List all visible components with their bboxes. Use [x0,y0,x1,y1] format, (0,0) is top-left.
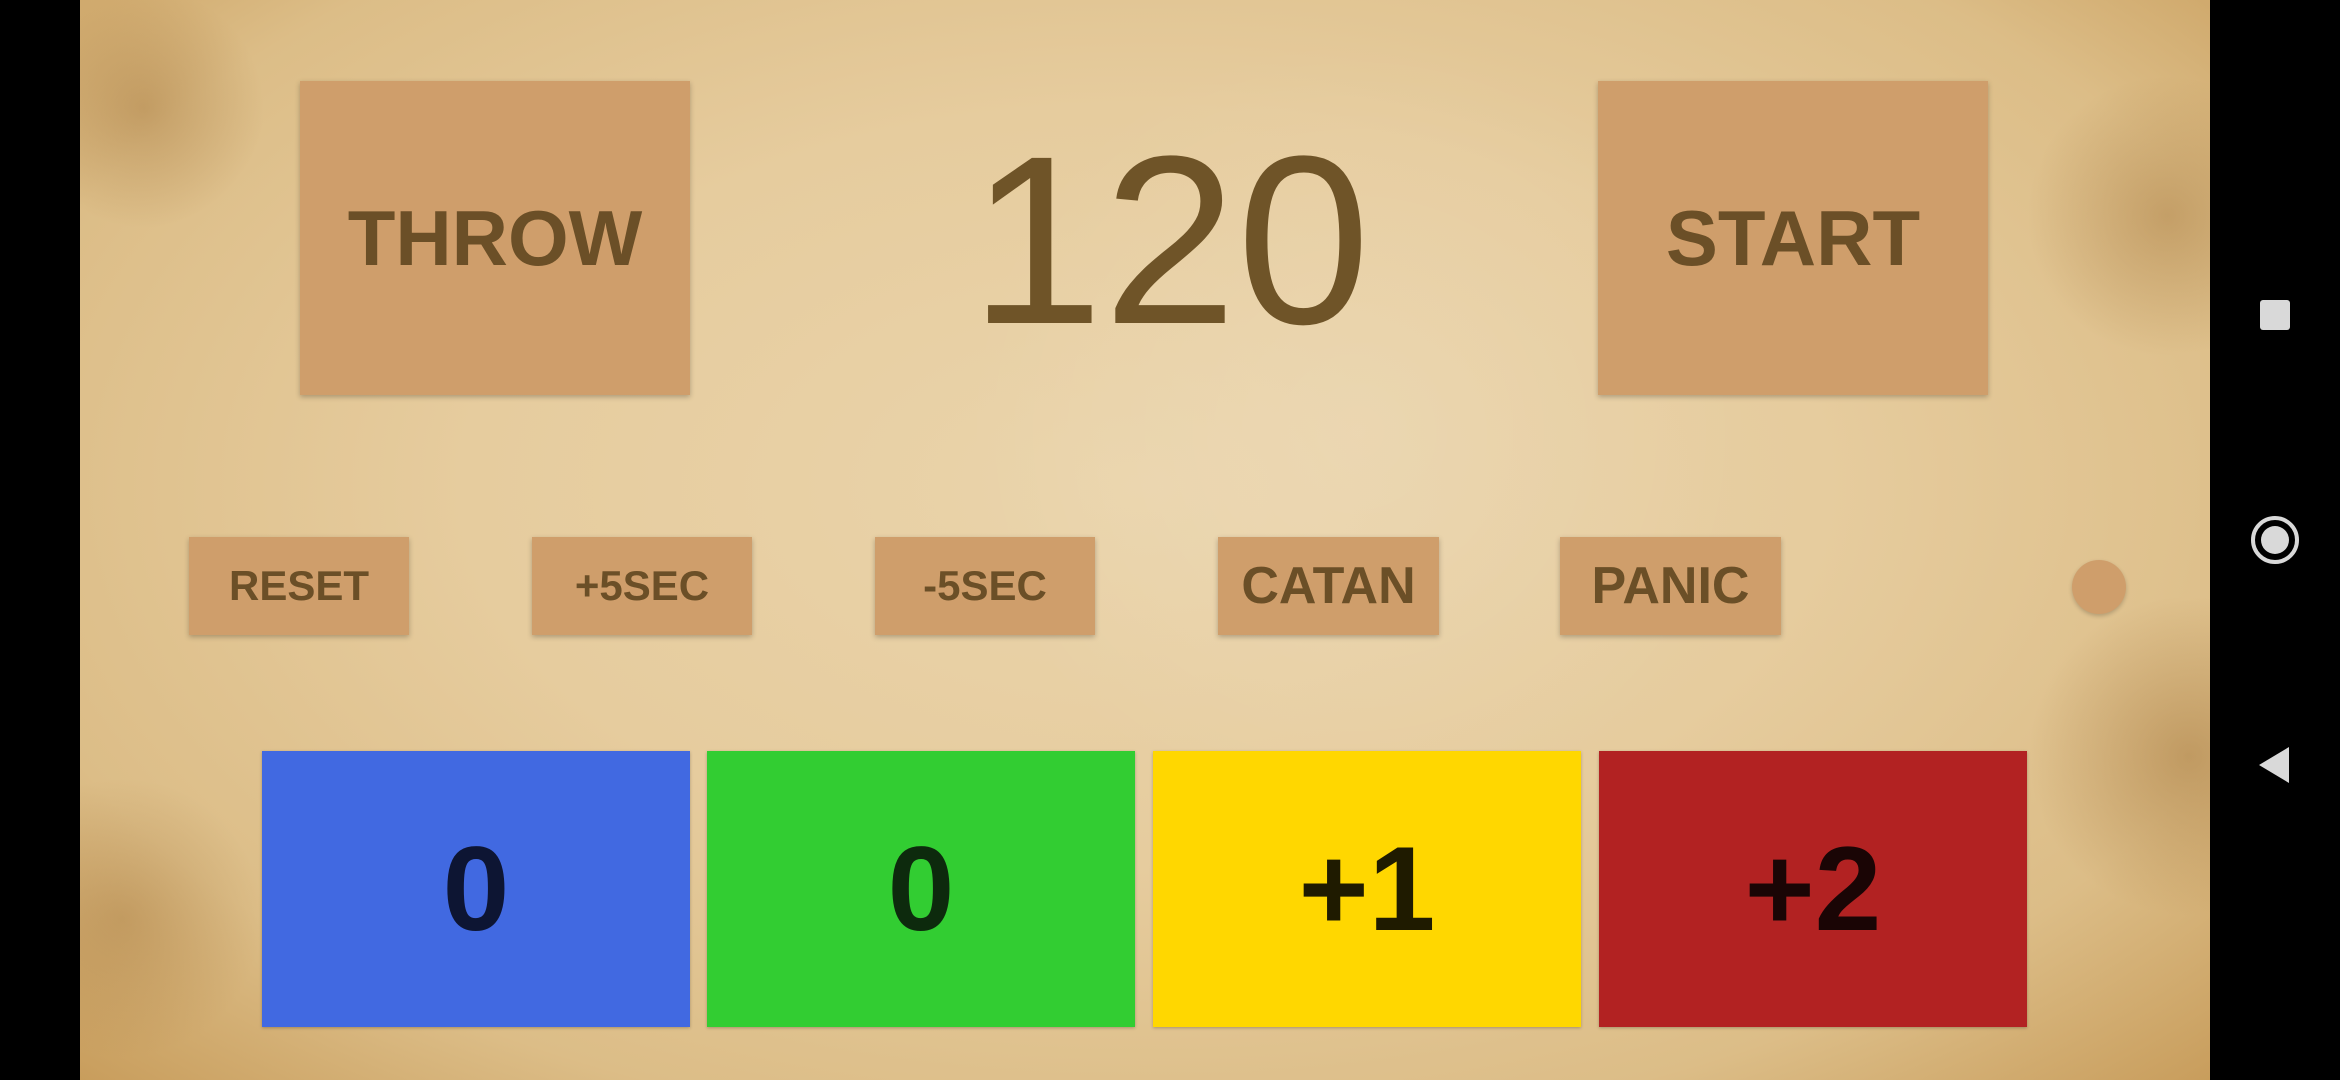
square-icon [2260,300,2290,330]
triangle-back-icon [2259,747,2289,783]
score-tile-blue[interactable]: 0 [262,751,690,1027]
app-screen: THROW 120 START RESET +5SEC -5SEC CATAN … [0,0,2340,1080]
plus-5-seconds-button[interactable]: +5SEC [532,537,752,635]
settings-dot-button[interactable] [2072,560,2126,614]
score-tile-yellow[interactable]: +1 [1153,751,1581,1027]
back-button[interactable] [2250,740,2300,790]
score-tile-green[interactable]: 0 [707,751,1135,1027]
panic-button[interactable]: PANIC [1560,537,1781,635]
score-tile-red[interactable]: +2 [1599,751,2027,1027]
timer-display: 120 [969,106,1371,374]
catan-button[interactable]: CATAN [1218,537,1439,635]
minus-5-seconds-button[interactable]: -5SEC [875,537,1095,635]
system-navigation-bar [2210,0,2340,1080]
recents-button[interactable] [2250,290,2300,340]
parchment-background: THROW 120 START RESET +5SEC -5SEC CATAN … [80,0,2210,1080]
reset-button[interactable]: RESET [189,537,409,635]
throw-button[interactable]: THROW [300,81,690,395]
circle-icon [2251,516,2299,564]
home-button[interactable] [2250,515,2300,565]
start-button[interactable]: START [1598,81,1988,395]
